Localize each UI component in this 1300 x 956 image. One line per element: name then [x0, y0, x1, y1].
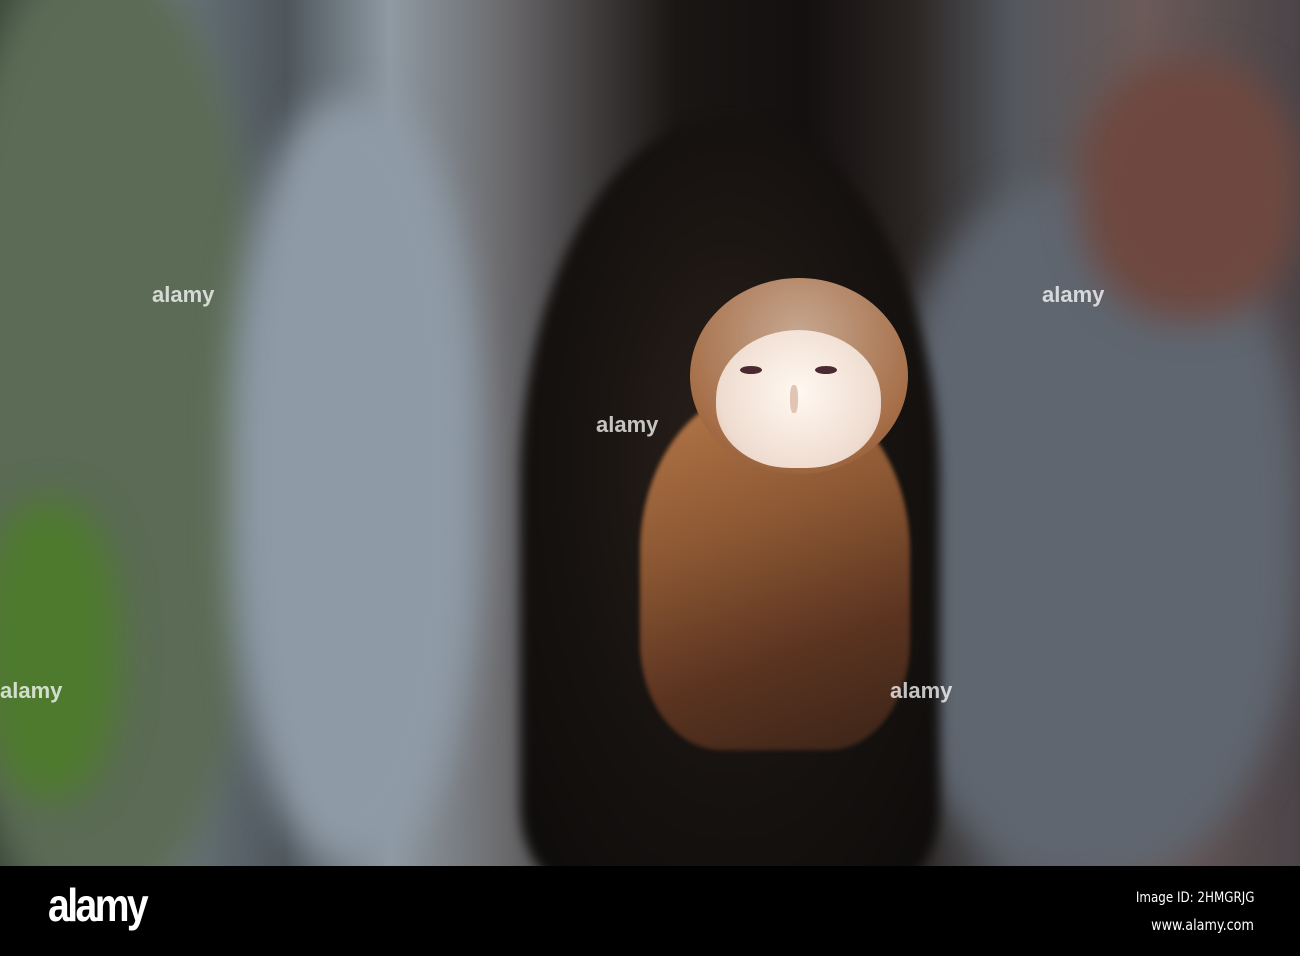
watermark: alamy — [1042, 282, 1105, 307]
image-id-text: Image ID: 2HMGRJG — [1135, 890, 1254, 906]
bark-lichen — [230, 100, 480, 860]
bark-right-reddish — [1080, 60, 1300, 320]
watermark: alamy — [152, 282, 215, 307]
website-text: www.alamy.com — [1151, 916, 1254, 934]
alamy-logo: alamy — [48, 879, 149, 931]
footer-bar: alamy Image ID: 2HMGRJG www.alamy.com — [0, 866, 1300, 956]
owl-face — [716, 330, 881, 468]
owl-eye-left — [740, 366, 762, 374]
owl-eye-right — [815, 366, 837, 374]
watermark: alamy — [596, 412, 659, 437]
owl-beak — [790, 385, 798, 413]
owl-photo: alamy alamy alamy alamy alamy — [0, 0, 1300, 866]
bark-moss — [0, 500, 120, 800]
watermark: alamy — [890, 678, 953, 703]
watermark: alamy — [0, 678, 63, 703]
